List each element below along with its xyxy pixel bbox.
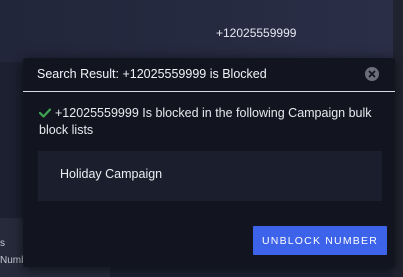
blocked-message-text: +12025559999 Is blocked in the following… [39,106,372,137]
close-icon[interactable] [365,67,379,81]
search-result-dialog: Search Result: +12025559999 is Blocked +… [23,58,395,267]
blocked-message: +12025559999 Is blocked in the following… [38,105,384,138]
dialog-header: Search Result: +12025559999 is Blocked [23,58,395,92]
page-header [0,0,403,62]
campaign-name: Holiday Campaign [60,167,163,181]
check-icon [38,106,52,122]
header-phone-number: +12025559999 [216,26,297,40]
unblock-number-button[interactable]: UNBLOCK NUMBER [253,226,387,255]
campaign-list-item: Holiday Campaign [38,151,382,201]
background-left-text: s [0,238,5,249]
dialog-title: Search Result: +12025559999 is Blocked [37,67,267,81]
